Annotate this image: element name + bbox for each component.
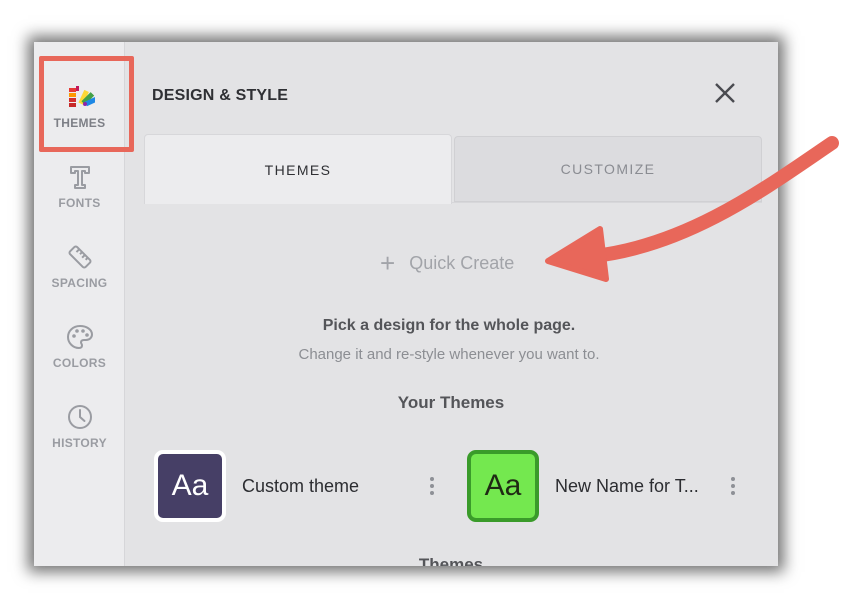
clock-icon	[65, 402, 95, 432]
tab-customize[interactable]: CUSTOMIZE	[454, 136, 762, 202]
quick-create-label: Quick Create	[409, 252, 515, 273]
sidebar-item-label: FONTS	[58, 196, 101, 210]
themes-tab-content: + Quick Create Pick a design for the who…	[144, 202, 762, 566]
theme-swatch[interactable]: Aa	[467, 450, 539, 522]
more-options-icon[interactable]	[422, 471, 442, 501]
theme-name: Custom theme	[242, 475, 360, 496]
sidebar-item-label: SPACING	[51, 276, 108, 290]
pick-design-title: Pick a design for the whole page.	[322, 317, 576, 334]
sidebar-item-history[interactable]: HISTORY	[34, 398, 125, 468]
palette-icon	[65, 322, 95, 352]
sidebar-item-label: THEMES	[53, 116, 106, 130]
palette-swatches-icon	[65, 82, 95, 112]
sidebar-item-colors[interactable]: COLORS	[34, 318, 125, 388]
your-themes-heading: Your Themes	[397, 393, 505, 412]
theme-name: New Name for T...	[555, 475, 699, 496]
plus-icon: +	[380, 248, 396, 278]
themes-heading: Themes	[418, 555, 484, 566]
sidebar-item-label: COLORS	[52, 356, 107, 370]
tab-themes[interactable]: THEMES	[144, 134, 452, 204]
close-button[interactable]	[710, 80, 740, 110]
design-style-panel: THEMES FONTS SPACING COLORS HISTORY DESI…	[34, 42, 778, 566]
ruler-icon	[65, 242, 95, 272]
quick-create-button[interactable]: + Quick Create	[380, 250, 514, 276]
sidebar-item-fonts[interactable]: FONTS	[34, 158, 125, 228]
theme-swatch[interactable]: Aa	[154, 450, 226, 522]
theme-card-custom[interactable]: Aa Custom theme	[154, 450, 454, 522]
panel-title: DESIGN & STYLE	[152, 87, 289, 104]
close-icon	[714, 82, 736, 109]
font-t-icon	[65, 162, 95, 192]
more-options-icon[interactable]	[723, 471, 743, 501]
pick-design-subtitle: Change it and re-style whenever you want…	[298, 346, 600, 363]
sidebar-item-label: HISTORY	[52, 436, 107, 450]
sidebar-item-themes[interactable]: THEMES	[34, 78, 125, 148]
theme-card-new-name[interactable]: Aa New Name for T...	[467, 450, 767, 522]
sidebar-item-spacing[interactable]: SPACING	[34, 238, 125, 308]
sidebar-rail: THEMES FONTS SPACING COLORS HISTORY	[34, 42, 125, 566]
